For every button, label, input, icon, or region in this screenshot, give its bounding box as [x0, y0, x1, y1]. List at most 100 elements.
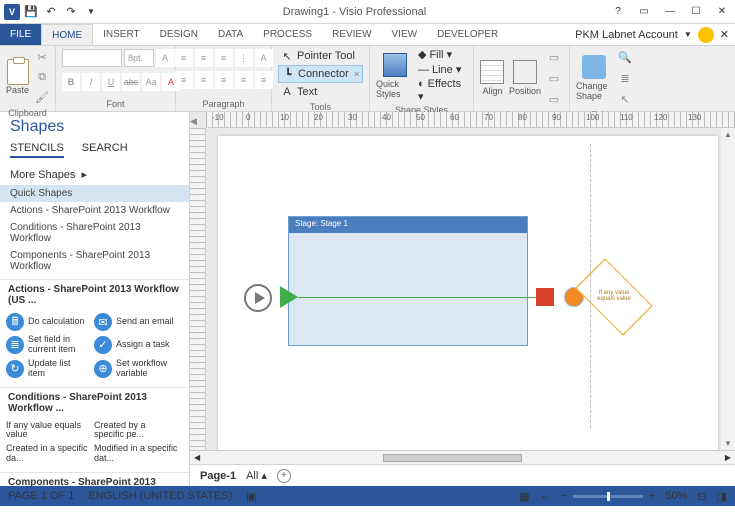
feedback-icon[interactable]	[698, 27, 714, 43]
diamond-shape[interactable]: If any value equals value	[588, 276, 640, 318]
select-icon[interactable]: ↖	[616, 90, 634, 108]
zoom-out-icon[interactable]: −	[560, 490, 566, 502]
tab-home[interactable]: HOME	[41, 24, 93, 45]
cat-quick-shapes[interactable]: Quick Shapes	[0, 185, 189, 202]
start-shape[interactable]	[244, 284, 272, 312]
italic-button[interactable]: I	[82, 73, 100, 91]
shape-update-list[interactable]: ↻Update list item	[4, 357, 92, 381]
shape-set-field[interactable]: ≣Set field in current item	[4, 333, 92, 357]
help-icon[interactable]: ?	[605, 0, 631, 24]
end-shape[interactable]	[536, 288, 554, 306]
connector-line[interactable]	[298, 297, 538, 298]
qat-more-icon[interactable]: ▼	[82, 3, 100, 21]
send-back-icon[interactable]: ▭	[545, 69, 563, 87]
shape-set-var[interactable]: ⊕Set workflow variable	[92, 357, 180, 381]
align-left-icon[interactable]: ≡	[175, 71, 193, 89]
effects-button[interactable]: ◐ Effects ▾	[418, 78, 467, 103]
bring-front-icon[interactable]: ▭	[545, 48, 563, 66]
canvas[interactable]: Stage: Stage 1 If any value equals value…	[206, 128, 735, 450]
stage-shape[interactable]: Stage: Stage 1	[288, 216, 528, 346]
more-shapes[interactable]: More Shapes▸	[0, 164, 189, 185]
align-right-icon[interactable]: ≡	[215, 71, 233, 89]
bold-button[interactable]: B	[62, 73, 80, 91]
connector-tool[interactable]: ┗Connector✕	[278, 65, 363, 83]
group-icon[interactable]: ▭	[545, 90, 563, 108]
pointer-tool[interactable]: ↖Pointer Tool	[278, 48, 363, 64]
shape-assign-task[interactable]: ✓Assign a task	[92, 333, 180, 357]
line-button[interactable]: — Line ▾	[418, 63, 467, 76]
all-pages[interactable]: All ▴	[246, 469, 267, 482]
shape-modified-date[interactable]: 📅Modified in a specific dat...	[92, 442, 180, 466]
presentation-mode-icon[interactable]: ▦	[519, 490, 529, 503]
grow-font-icon[interactable]: A	[156, 49, 174, 67]
font-size-input[interactable]: 8pt.	[124, 49, 154, 67]
account-name[interactable]: PKM Labnet Account	[575, 29, 678, 41]
fit-width-icon[interactable]: ↔	[539, 490, 550, 502]
underline-button[interactable]: U	[102, 73, 120, 91]
tab-design[interactable]: DESIGN	[150, 24, 208, 45]
page-tab[interactable]: Page-1	[200, 470, 236, 482]
redo-icon[interactable]: ↷	[62, 3, 80, 21]
shape-if-value[interactable]: =If any value equals value	[4, 419, 92, 443]
status-lang[interactable]: ENGLISH (UNITED STATES)	[88, 490, 232, 502]
vertical-scrollbar[interactable]: ▲▼	[721, 128, 735, 450]
font-size-dropdown[interactable]: Aa	[142, 73, 160, 91]
stencils-tab[interactable]: STENCILS	[10, 142, 64, 158]
tab-process[interactable]: PROCESS	[253, 24, 322, 45]
zoom-value[interactable]: 50%	[665, 490, 687, 502]
paste-button[interactable]: Paste	[6, 59, 29, 95]
find-icon[interactable]: 🔍	[616, 48, 634, 66]
tab-view[interactable]: VIEW	[382, 24, 428, 45]
shape-send-email[interactable]: ✉Send an email	[92, 311, 180, 333]
save-icon[interactable]: 💾	[22, 3, 40, 21]
strike-button[interactable]: abc	[122, 73, 140, 91]
format-painter-icon[interactable]: 🖌	[33, 88, 51, 106]
tab-file[interactable]: FILE	[0, 24, 41, 45]
layers-icon[interactable]: ≣	[616, 69, 634, 87]
bullets-icon[interactable]: ⋮	[235, 49, 253, 67]
undo-icon[interactable]: ↶	[42, 3, 60, 21]
full-screen-icon[interactable]: ◨	[717, 490, 727, 503]
zoom-in-icon[interactable]: +	[649, 490, 655, 502]
shape-created-date[interactable]: 📅Created in a specific da...	[4, 442, 92, 466]
fit-page-icon[interactable]: ⊡	[697, 490, 706, 503]
copy-icon[interactable]: ⧉	[33, 68, 51, 86]
cat-conditions[interactable]: Conditions - SharePoint 2013 Workflow	[0, 219, 189, 247]
tab-developer[interactable]: DEVELOPER	[427, 24, 508, 45]
close-icon[interactable]: ✕	[709, 0, 735, 24]
maximize-icon[interactable]: ☐	[683, 0, 709, 24]
zoom-slider[interactable]: − +	[560, 490, 655, 502]
record-macro-icon[interactable]: ▣	[246, 490, 256, 503]
align-center-icon[interactable]: ≡	[195, 71, 213, 89]
indent-dec-icon[interactable]: ≡	[235, 71, 253, 89]
change-shape-button[interactable]: Change Shape	[576, 55, 612, 101]
position-button[interactable]: Position	[509, 60, 541, 96]
tab-data[interactable]: DATA	[208, 24, 253, 45]
shape-do-calc[interactable]: 🖩Do calculation	[4, 311, 92, 333]
cut-icon[interactable]: ✂	[33, 48, 51, 66]
cat-actions[interactable]: Actions - SharePoint 2013 Workflow	[0, 202, 189, 219]
start-arrow[interactable]	[280, 286, 298, 308]
orientation-icon[interactable]: A	[255, 49, 273, 67]
quick-styles-button[interactable]: Quick Styles	[376, 53, 414, 99]
align-button[interactable]: Align	[480, 60, 505, 96]
align-middle-icon[interactable]: ≡	[195, 49, 213, 67]
text-tool[interactable]: AText	[278, 84, 363, 100]
add-page-button[interactable]: +	[277, 469, 291, 483]
cat-components[interactable]: Components - SharePoint 2013 Workflow	[0, 247, 189, 275]
minimize-icon[interactable]: —	[657, 0, 683, 24]
indent-inc-icon[interactable]: ≡	[255, 71, 273, 89]
search-tab[interactable]: SEARCH	[82, 142, 128, 158]
fill-button[interactable]: ◆ Fill ▾	[418, 48, 467, 61]
font-name-input[interactable]	[62, 49, 122, 67]
align-top-icon[interactable]: ≡	[175, 49, 193, 67]
shape-created-by[interactable]: 👤Created by a specific pe...	[92, 419, 180, 443]
tab-review[interactable]: REVIEW	[322, 24, 381, 45]
collapse-pane-icon[interactable]: ◀	[190, 116, 197, 127]
close-account-icon[interactable]: ✕	[720, 28, 729, 41]
account-dropdown-icon[interactable]: ▼	[684, 30, 692, 39]
align-bottom-icon[interactable]: ≡	[215, 49, 233, 67]
ribbon-collapse-icon[interactable]: ▭	[631, 0, 657, 24]
tab-insert[interactable]: INSERT	[93, 24, 150, 45]
horizontal-scrollbar[interactable]: ◀▶	[190, 450, 735, 464]
